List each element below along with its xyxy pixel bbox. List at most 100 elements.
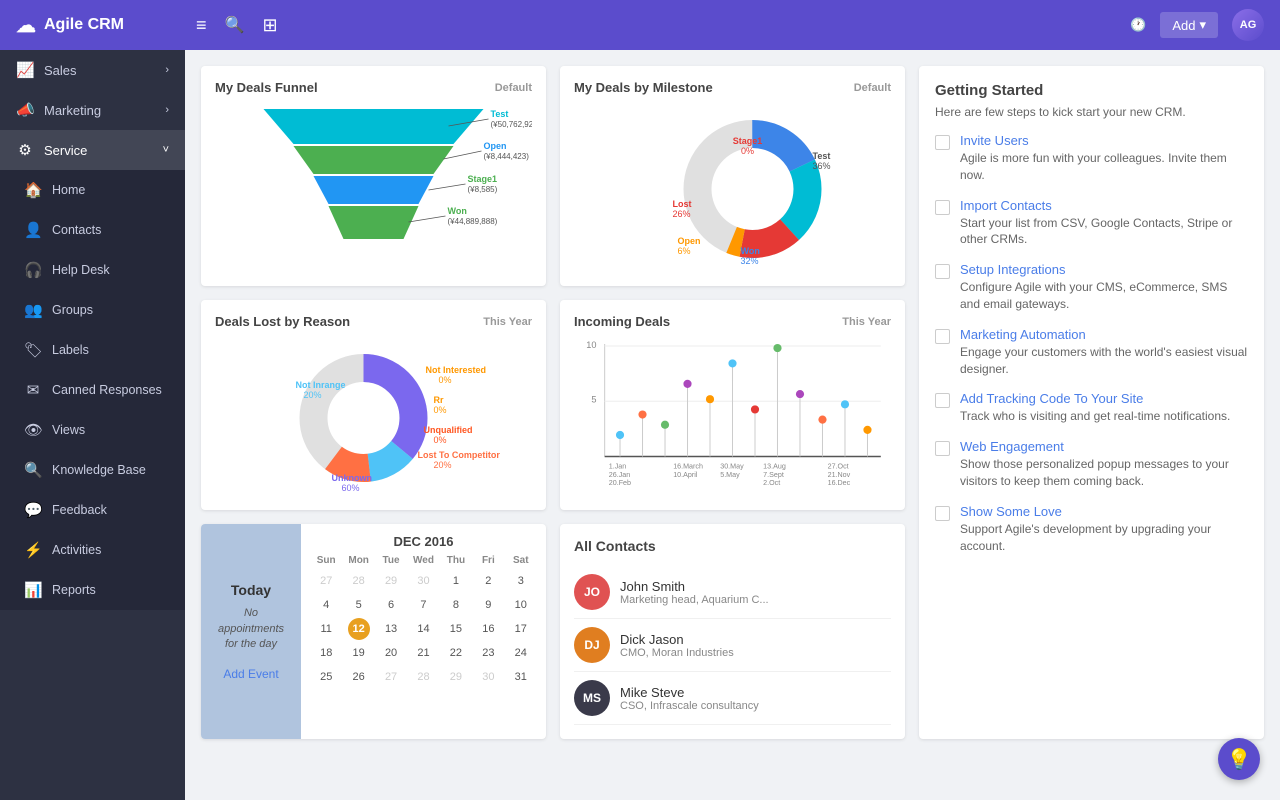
grid-icon[interactable]: ⊞ (262, 15, 277, 36)
sidebar-item-knowledge[interactable]: 🔍 Knowledge Base (0, 450, 185, 490)
gs-title-3[interactable]: Marketing Automation (960, 327, 1248, 342)
calendar-day[interactable]: 17 (510, 618, 532, 640)
svg-text:Not Inrange: Not Inrange (296, 380, 346, 390)
getting-started-subtitle: Here are few steps to kick start your ne… (935, 105, 1248, 119)
gs-checkbox-3[interactable] (935, 329, 950, 344)
sidebar-item-service[interactable]: ⚙ Service ˅ (0, 130, 185, 170)
calendar-day[interactable]: 23 (477, 642, 499, 664)
chat-bubble[interactable]: 💡 (1218, 738, 1260, 780)
add-button[interactable]: Add ▾ (1160, 12, 1218, 38)
calendar-day[interactable]: 2 (477, 570, 499, 592)
gs-title-2[interactable]: Setup Integrations (960, 262, 1248, 277)
contact-name-1: Dick Jason (620, 632, 734, 647)
calendar-day[interactable]: 8 (445, 594, 467, 616)
calendar-day[interactable]: 7 (412, 594, 434, 616)
svg-text:6%: 6% (678, 246, 691, 256)
sidebar-item-feedback[interactable]: 💬 Feedback (0, 490, 185, 530)
contact-item-0[interactable]: JO John Smith Marketing head, Aquarium C… (574, 566, 891, 619)
sidebar-item-canned[interactable]: ✉ Canned Responses (0, 370, 185, 410)
calendar-day[interactable]: 1 (445, 570, 467, 592)
calendar-day[interactable]: 11 (315, 618, 337, 640)
svg-text:26.Jan: 26.Jan (609, 471, 630, 479)
contact-item-1[interactable]: DJ Dick Jason CMO, Moran Industries (574, 619, 891, 672)
calendar-day[interactable]: 24 (510, 642, 532, 664)
calendar-day[interactable]: 27 (380, 666, 402, 688)
calendar-day[interactable]: 21 (412, 642, 434, 664)
calendar-day[interactable]: 4 (315, 594, 337, 616)
gs-checkbox-2[interactable] (935, 264, 950, 279)
calendar-day[interactable]: 28 (412, 666, 434, 688)
deals-lost-title: Deals Lost by Reason This Year (215, 314, 532, 329)
gs-title-1[interactable]: Import Contacts (960, 198, 1248, 213)
calendar-day[interactable]: 31 (510, 666, 532, 688)
helpdesk-icon: 🎧 (24, 261, 42, 279)
home-icon: 🏠 (24, 181, 42, 199)
svg-text:21.Nov: 21.Nov (828, 471, 851, 479)
sidebar-item-views[interactable]: 👁 Views (0, 410, 185, 450)
calendar-day[interactable]: 5 (348, 594, 370, 616)
svg-text:16.Dec: 16.Dec (828, 479, 851, 487)
gs-checkbox-6[interactable] (935, 506, 950, 521)
gs-desc-6: Support Agile's development by upgrading… (960, 521, 1248, 555)
calendar-day[interactable]: 29 (380, 570, 402, 592)
chevron-right-icon: › (165, 64, 169, 76)
sidebar-item-labels[interactable]: 🏷 Labels (0, 330, 185, 370)
svg-text:1.Jan: 1.Jan (609, 463, 626, 471)
history-icon[interactable]: 🕐 (1130, 17, 1146, 33)
calendar-day[interactable]: 25 (315, 666, 337, 688)
canned-icon: ✉ (24, 381, 42, 399)
calendar-day[interactable]: 22 (445, 642, 467, 664)
contact-avatar-2: MS (574, 680, 610, 716)
contact-item-2[interactable]: MS Mike Steve CSO, Infrascale consultanc… (574, 672, 891, 725)
sidebar-item-reports[interactable]: 📊 Reports (0, 570, 185, 610)
gs-item-0: Invite Users Agile is more fun with your… (935, 133, 1248, 184)
svg-text:Not Interested: Not Interested (426, 365, 487, 375)
calendar-day[interactable]: 20 (380, 642, 402, 664)
svg-text:36%: 36% (813, 161, 831, 171)
calendar-day[interactable]: 26 (348, 666, 370, 688)
sidebar-item-home[interactable]: 🏠 Home (0, 170, 185, 210)
svg-text:Lost To Competitor: Lost To Competitor (418, 450, 501, 460)
calendar-day[interactable]: 30 (477, 666, 499, 688)
sidebar-item-contacts[interactable]: 👤 Contacts (0, 210, 185, 250)
sidebar-item-marketing[interactable]: 📣 Marketing › (0, 90, 185, 130)
calendar-day[interactable]: 19 (348, 642, 370, 664)
gs-checkbox-5[interactable] (935, 441, 950, 456)
top-nav-actions: ≡ 🔍 ⊞ (196, 15, 1130, 36)
calendar-day[interactable]: 3 (510, 570, 532, 592)
funnel-chart: Test (¥50,762,923) Open (¥8,444,423) Sta… (215, 99, 532, 269)
gs-title-5[interactable]: Web Engagement (960, 439, 1248, 454)
gs-checkbox-4[interactable] (935, 393, 950, 408)
calendar-day[interactable]: 30 (412, 570, 434, 592)
deals-lost-chart: Not Inrange 20% Not Interested 0% Rr 0% … (215, 333, 532, 493)
gs-checkbox-1[interactable] (935, 200, 950, 215)
gs-checkbox-0[interactable] (935, 135, 950, 150)
sidebar-item-activities[interactable]: ⚡ Activities (0, 530, 185, 570)
app-body: 📈 Sales › 📣 Marketing › ⚙ Service ˅ 🏠 Ho… (0, 50, 1280, 800)
gs-desc-3: Engage your customers with the world's e… (960, 344, 1248, 378)
calendar-day[interactable]: 15 (445, 618, 467, 640)
calendar-day[interactable]: 13 (380, 618, 402, 640)
gs-title-6[interactable]: Show Some Love (960, 504, 1248, 519)
calendar-day[interactable]: 18 (315, 642, 337, 664)
gs-title-4[interactable]: Add Tracking Code To Your Site (960, 391, 1230, 406)
add-event-link[interactable]: Add Event (223, 667, 278, 681)
calendar-day[interactable]: 9 (477, 594, 499, 616)
svg-text:26%: 26% (673, 209, 691, 219)
sidebar-item-sales[interactable]: 📈 Sales › (0, 50, 185, 90)
sidebar-item-groups[interactable]: 👥 Groups (0, 290, 185, 330)
calendar-day[interactable]: 16 (477, 618, 499, 640)
avatar[interactable]: AG (1232, 9, 1264, 41)
search-icon[interactable]: 🔍 (225, 15, 245, 35)
calendar-day[interactable]: 14 (412, 618, 434, 640)
list-icon[interactable]: ≡ (196, 15, 207, 36)
calendar-day[interactable]: 29 (445, 666, 467, 688)
sidebar-item-helpdesk[interactable]: 🎧 Help Desk (0, 250, 185, 290)
calendar-day[interactable]: 12 (348, 618, 370, 640)
calendar-day[interactable]: 6 (380, 594, 402, 616)
gs-title-0[interactable]: Invite Users (960, 133, 1248, 148)
svg-text:(¥8,444,423): (¥8,444,423) (484, 152, 530, 161)
calendar-day[interactable]: 28 (348, 570, 370, 592)
calendar-day[interactable]: 10 (510, 594, 532, 616)
calendar-day[interactable]: 27 (315, 570, 337, 592)
